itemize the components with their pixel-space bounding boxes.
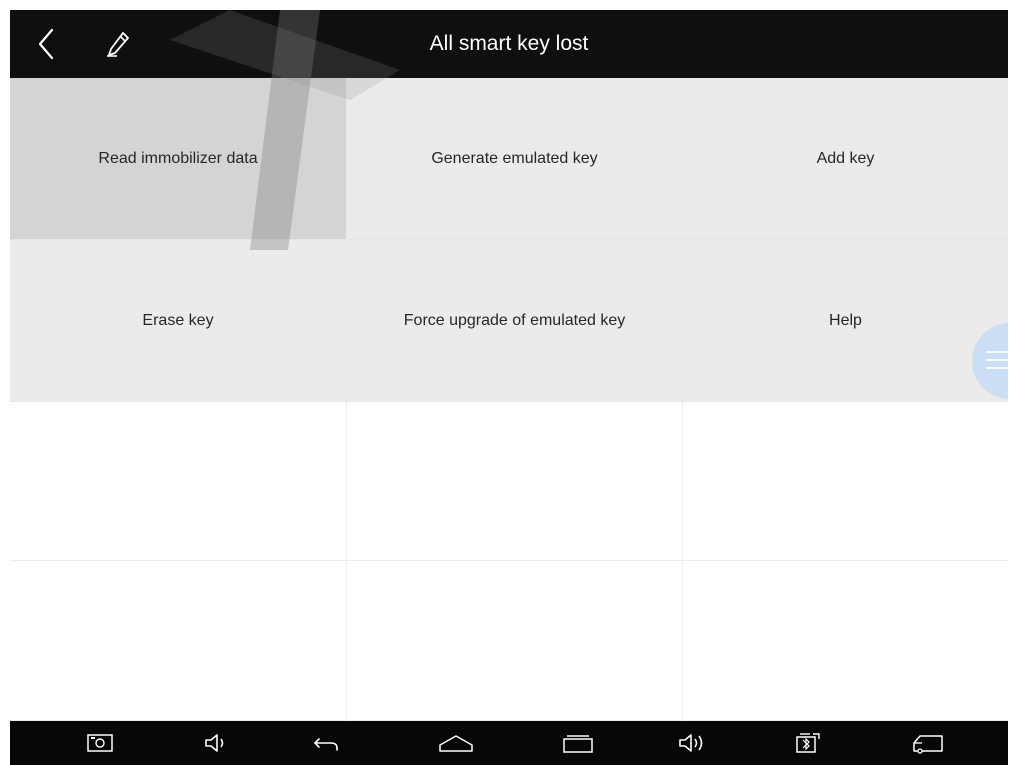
read-immobilizer-data-tile[interactable]: Read immobilizer data: [10, 78, 347, 240]
generate-emulated-key-tile[interactable]: Generate emulated key: [347, 78, 683, 240]
chevron-left-icon: [38, 28, 54, 60]
pencil-icon: [107, 32, 129, 57]
system-navbar: [10, 721, 1008, 765]
vci-connection-button[interactable]: [790, 727, 826, 759]
menu-line-icon: [986, 367, 1008, 369]
page-title: All smart key lost: [429, 32, 589, 55]
empty-tile: [10, 561, 347, 721]
menu-line-icon: [986, 359, 1008, 361]
add-key-tile[interactable]: Add key: [683, 78, 1008, 240]
recent-apps-icon: [563, 735, 593, 753]
function-grid: Read immobilizer data Generate emulated …: [10, 78, 1008, 721]
vehicle-icon: [913, 735, 943, 754]
screenshot-icon: [87, 734, 113, 752]
back-icon: [314, 738, 338, 751]
erase-key-tile[interactable]: Erase key: [10, 240, 347, 402]
recent-apps-button[interactable]: [558, 727, 598, 759]
empty-tile: [683, 561, 1008, 721]
home-button[interactable]: [436, 727, 476, 759]
title-bar: All smart key lost: [10, 10, 1008, 78]
volume-down-button[interactable]: [198, 727, 234, 759]
empty-tile: [347, 402, 683, 561]
edit-button[interactable]: [98, 24, 138, 64]
volume-up-icon: [679, 734, 703, 752]
app-screen: All smart key lost Read immobilizer data…: [10, 10, 1008, 765]
help-tile[interactable]: Help: [683, 240, 1008, 402]
screenshot-button[interactable]: [82, 727, 118, 759]
empty-tile: [683, 402, 1008, 561]
vehicle-button[interactable]: [908, 727, 948, 759]
force-upgrade-emulated-key-tile[interactable]: Force upgrade of emulated key: [347, 240, 683, 402]
vci-connection-icon: [796, 733, 820, 753]
volume-down-icon: [205, 734, 224, 752]
home-icon: [439, 735, 473, 752]
menu-line-icon: [986, 351, 1008, 353]
empty-tile: [347, 561, 683, 721]
nav-back-button[interactable]: [308, 727, 344, 759]
back-button[interactable]: [26, 24, 66, 64]
empty-tile: [10, 402, 347, 561]
volume-up-button[interactable]: [674, 727, 710, 759]
